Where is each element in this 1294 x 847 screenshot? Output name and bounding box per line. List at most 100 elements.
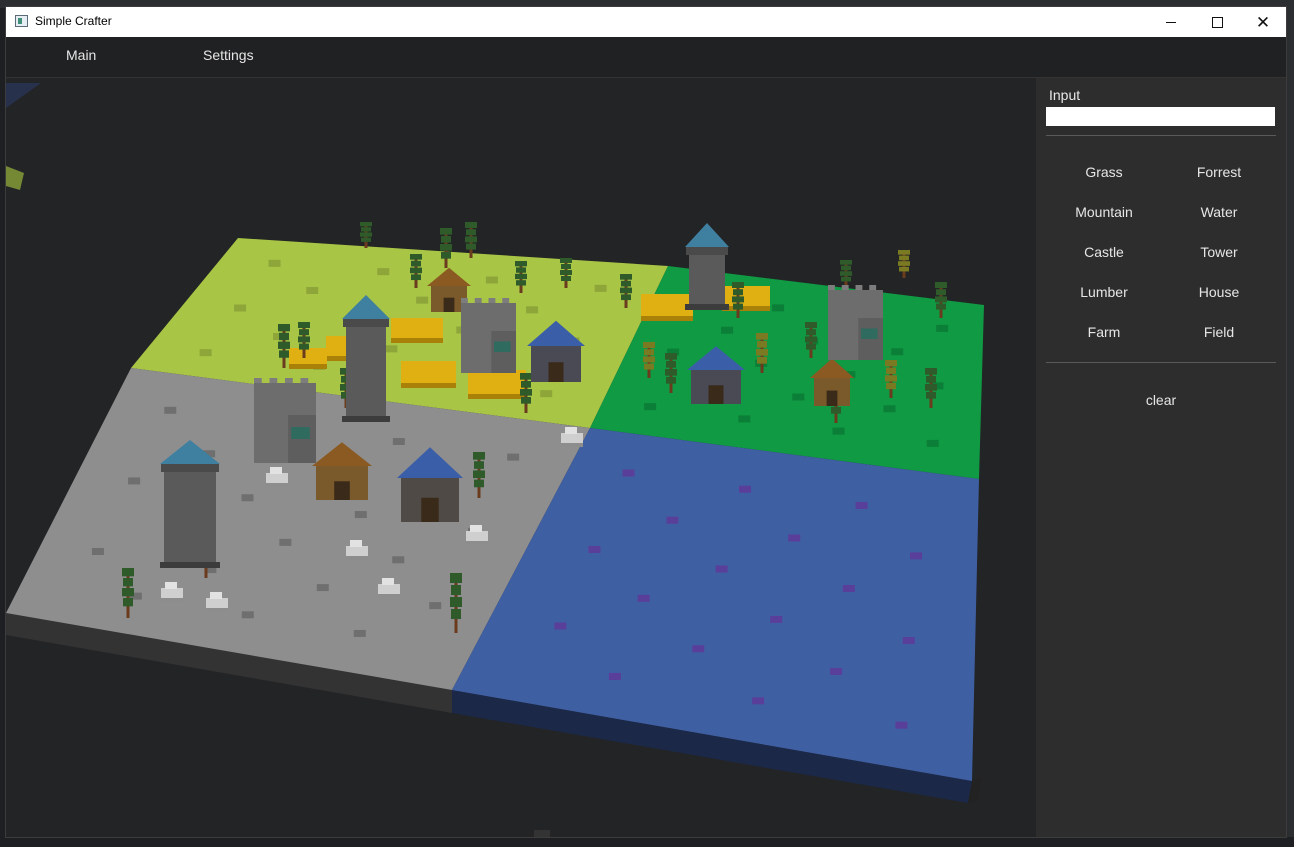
tree-leaves [621, 294, 631, 301]
forest-tile-mark [738, 415, 751, 423]
tree-leaves [666, 377, 676, 384]
mountain-tile-mark [392, 556, 405, 564]
clear-button[interactable]: clear [1111, 386, 1211, 414]
tree-leaves [298, 336, 310, 343]
castle-mountain-roof [291, 427, 310, 439]
tree-leaves [935, 296, 947, 303]
tile-button-forrest[interactable]: Forrest [1169, 158, 1269, 186]
tile-button-field[interactable]: Field [1169, 318, 1269, 346]
water-tile-mark [788, 534, 801, 542]
tile-button-water[interactable]: Water [1169, 198, 1269, 226]
tree-leaves [411, 260, 421, 267]
tree-leaves [899, 255, 909, 261]
forest-tile-mark [721, 326, 734, 334]
water-tile-mark [902, 637, 915, 645]
castle-forest-merlon [828, 285, 835, 290]
tree-leaves [926, 392, 936, 399]
tree-leaves [840, 271, 852, 276]
menu-bar: Main Settings [6, 37, 1286, 78]
tile-button-house[interactable]: House [1169, 278, 1269, 306]
tower-grass-body [346, 325, 386, 420]
rock [466, 531, 488, 541]
rock-top [565, 427, 577, 434]
forest-tile-mark [891, 348, 904, 356]
mountain-tile-mark [429, 602, 442, 610]
mountain-tile-mark [316, 584, 329, 592]
rock [266, 473, 288, 483]
forest-tile-mark [926, 439, 939, 447]
title-bar[interactable]: Simple Crafter ✕ [6, 7, 1286, 37]
castle-forest-merlon [855, 285, 863, 290]
water-tile-mark [715, 565, 728, 573]
tree-leaves [441, 252, 451, 259]
app-icon [15, 15, 28, 27]
close-button[interactable]: ✕ [1240, 7, 1286, 37]
tree-leaves [665, 353, 677, 360]
forest-tile-mark [883, 405, 896, 413]
mountain-tile-mark [91, 548, 104, 556]
mountain-tile-mark [164, 406, 177, 414]
lumber-mountain-door [334, 481, 350, 500]
tower-forest-ring [686, 247, 728, 255]
tile-button-castle[interactable]: Castle [1054, 238, 1154, 266]
tower-mountain-body [164, 470, 216, 566]
tree-leaves [450, 597, 462, 607]
tree-leaves [756, 333, 768, 340]
tree-leaves [805, 322, 817, 328]
tree-leaves [620, 274, 632, 280]
tile-button-tower[interactable]: Tower [1169, 238, 1269, 266]
tree-leaves [806, 343, 816, 350]
voxel-scene [6, 83, 984, 837]
tree-leaves [441, 236, 451, 243]
tree-leaves [733, 303, 743, 310]
tree-leaves [757, 357, 767, 364]
tree-leaves [644, 349, 654, 356]
tree-leaves [886, 382, 896, 390]
field-block [391, 318, 443, 338]
castle-mountain-merlon [300, 378, 309, 383]
panel-divider [1046, 135, 1276, 136]
tree-leaves [361, 237, 371, 242]
rock [161, 588, 183, 598]
forest-tile-mark [792, 393, 805, 401]
3d-viewport[interactable] [6, 78, 1036, 837]
mountain-tile-mark [279, 538, 292, 546]
background-cube [6, 166, 24, 190]
forest-tile-mark [936, 324, 949, 332]
water-tile-mark [842, 584, 855, 592]
tile-button-mountain[interactable]: Mountain [1054, 198, 1154, 226]
house-mountain-door [421, 497, 439, 522]
input-field[interactable] [1046, 107, 1275, 126]
tree-leaves [926, 376, 936, 383]
grass-tile-mark [306, 287, 319, 294]
tree-leaves [520, 373, 532, 380]
panel-divider [1046, 362, 1276, 363]
tree-leaves [451, 609, 461, 619]
field-block [401, 361, 456, 383]
water-tile-mark [692, 645, 705, 653]
menu-settings[interactable]: Settings [203, 47, 254, 63]
tree-leaves [450, 573, 462, 583]
tile-button-farm[interactable]: Farm [1054, 318, 1154, 346]
menu-main[interactable]: Main [66, 47, 96, 63]
tree-leaves [925, 384, 937, 391]
tree-leaves [936, 289, 946, 296]
tile-button-lumber[interactable]: Lumber [1054, 278, 1154, 306]
grass-tile-mark [594, 284, 607, 292]
maximize-button[interactable] [1194, 7, 1240, 37]
tile-panel: Input Grass Forrest Mountain Water Castle Tow… [1036, 78, 1286, 837]
minimize-button[interactable] [1148, 7, 1194, 37]
mountain-tile-mark [241, 611, 254, 619]
tree-leaves [440, 244, 452, 251]
tree-leaves [451, 585, 461, 595]
tree-leaves [466, 243, 476, 250]
tree-leaves [621, 280, 631, 287]
rock-shadow [161, 598, 183, 602]
tower-forest-base [685, 304, 729, 310]
tile-button-grass[interactable]: Grass [1054, 158, 1154, 186]
rock [378, 584, 400, 594]
castle-mountain-merlon [285, 378, 293, 383]
desktop-background-bottom [0, 837, 1294, 847]
tree-leaves [666, 361, 676, 368]
tree-leaves [733, 289, 743, 296]
